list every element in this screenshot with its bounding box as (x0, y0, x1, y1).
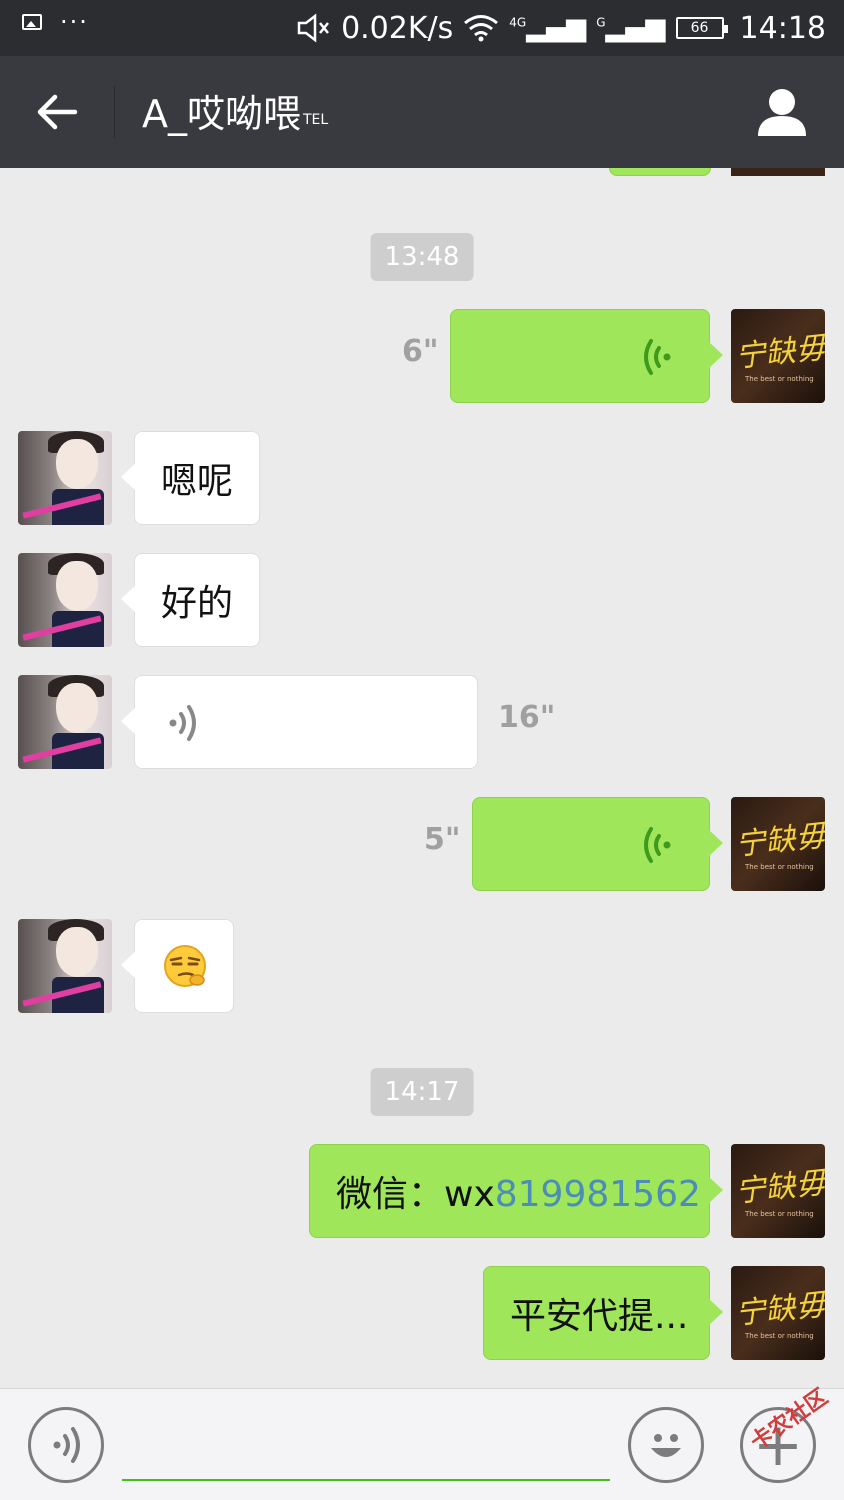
avatar-subtext: The best or nothing (745, 1210, 814, 1218)
message-text: 嗯呢 (161, 461, 234, 502)
smirk-emoji-icon (164, 945, 206, 987)
mute-icon (297, 13, 330, 43)
avatar-logo-text: 宁缺毋滥! (733, 1283, 825, 1332)
voice-wave-icon (169, 705, 196, 741)
signal-2-icon: G▂▄▆ (596, 13, 666, 43)
person-icon (758, 89, 806, 136)
voice-input-button[interactable] (28, 1407, 104, 1483)
smiley-icon (651, 1434, 681, 1457)
avatar-subtext: The best or nothing (745, 1332, 814, 1340)
my-avatar[interactable]: 宁缺毋滥! The best or nothing (731, 1266, 825, 1360)
voice-icon (53, 1427, 80, 1463)
message-input[interactable] (122, 1479, 610, 1481)
header-divider (114, 86, 115, 138)
text-message-bubble[interactable]: 微信：wx819981562 (309, 1144, 723, 1238)
message-list[interactable]: 13:48 6" 宁缺毋滥! The best or nothing 嗯呢 好的 (0, 168, 844, 1388)
chat-header: A_哎呦喂 TEL (0, 56, 844, 168)
voice-wave-icon (644, 339, 671, 375)
voice-wave-icon (644, 827, 671, 863)
contact-avatar[interactable] (18, 553, 112, 647)
battery-icon: 66 (675, 17, 728, 39)
avatar-logo-text: 宁缺毋滥! (733, 1161, 825, 1210)
voice-duration: 16" (498, 700, 556, 735)
text-message-bubble[interactable]: 平安代提... (483, 1266, 723, 1360)
wifi-icon (464, 15, 499, 42)
chat-title-text: A_哎呦喂 (142, 92, 301, 136)
timestamp: 14:17 (370, 1068, 474, 1116)
message-text-prefix: 微信：wx (336, 1174, 495, 1215)
emoji-button[interactable] (628, 1407, 704, 1483)
contact-avatar[interactable] (18, 919, 112, 1013)
gallery-notification-icon (22, 14, 42, 30)
back-arrow-icon (37, 94, 78, 130)
my-avatar[interactable]: 宁缺毋滥! The best or nothing (731, 797, 825, 891)
voice-message-bubble[interactable] (450, 309, 723, 403)
text-message-bubble[interactable]: 好的 (120, 553, 261, 647)
voice-message-bubble[interactable] (472, 797, 723, 891)
voice-message-bubble[interactable] (121, 675, 478, 769)
input-bar: + (0, 1388, 844, 1500)
contact-avatar[interactable] (18, 675, 112, 769)
contact-profile-button[interactable] (754, 84, 810, 140)
avatar-subtext: The best or nothing (745, 863, 814, 871)
message-text: 微信：wx819981562 (310, 1165, 727, 1217)
voice-duration: 6" (402, 334, 439, 369)
avatar-logo-text: 宁缺毋滥! (733, 814, 825, 863)
clock: 14:18 (739, 10, 826, 46)
timestamp: 13:48 (370, 233, 474, 281)
previous-message-avatar[interactable] (731, 168, 825, 176)
chat-title-badge: TEL (303, 112, 329, 128)
status-bar: ··· 0.02K/s 4G▂▄▆ G▂▄▆ 66 14:18 (0, 0, 844, 56)
phone-number-link[interactable]: 819981562 (495, 1174, 701, 1215)
text-message-bubble[interactable]: 嗯呢 (120, 431, 261, 525)
my-avatar[interactable]: 宁缺毋滥! The best or nothing (731, 1144, 825, 1238)
network-speed: 0.02K/s (341, 10, 454, 46)
chat-title: A_哎呦喂 TEL (142, 86, 328, 142)
my-avatar[interactable]: 宁缺毋滥! The best or nothing (731, 309, 825, 403)
signal-1-icon: 4G▂▄▆ (509, 13, 587, 43)
voice-duration: 5" (424, 822, 461, 857)
message-text: 平安代提... (510, 1296, 689, 1337)
message-text: 好的 (161, 583, 234, 624)
previous-message-bubble[interactable] (609, 168, 711, 176)
contact-avatar[interactable] (18, 431, 112, 525)
avatar-subtext: The best or nothing (745, 375, 814, 383)
back-button[interactable] (22, 80, 92, 144)
more-notifications-icon: ··· (60, 8, 89, 36)
avatar-logo-text: 宁缺毋滥! (733, 326, 825, 375)
emoji-message-bubble[interactable] (121, 919, 234, 1013)
